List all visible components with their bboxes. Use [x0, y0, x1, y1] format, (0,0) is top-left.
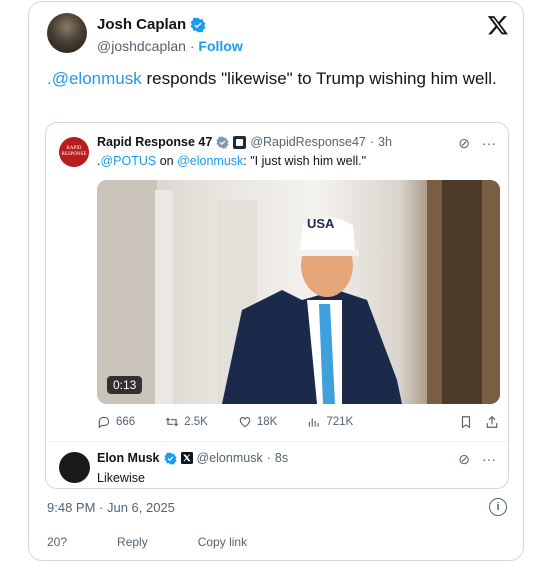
- more-options-icon[interactable]: ···: [482, 451, 496, 468]
- grok-icon[interactable]: ⊘: [458, 135, 470, 152]
- quoted-name[interactable]: Rapid Response 47: [97, 135, 212, 149]
- bottom-actions-partial: 20? Reply Copy link: [47, 535, 248, 549]
- quoted-header: Rapid Response 47 @RapidResponse47 · 3h: [97, 135, 392, 149]
- more-options-icon[interactable]: ···: [482, 135, 496, 152]
- verified-badge-icon: [163, 452, 177, 464]
- tweet-body: responds "likewise" to Trump wishing him…: [141, 69, 497, 88]
- mention-link[interactable]: .@elonmusk: [47, 69, 142, 88]
- video-duration: 0:13: [107, 376, 143, 394]
- quoted-action-bar: 666 2.5K 18K 721K: [97, 415, 499, 429]
- reply-icon: [98, 416, 110, 429]
- verified-badge-icon: [216, 136, 229, 148]
- hat-text: USA: [307, 216, 335, 231]
- share-action[interactable]: [485, 415, 499, 429]
- author-name-row[interactable]: Josh Caplan: [97, 16, 206, 33]
- author-name[interactable]: Josh Caplan: [97, 16, 186, 33]
- like-action[interactable]: 18K: [238, 415, 277, 429]
- video-frame: [97, 180, 500, 404]
- x-logo-icon[interactable]: [487, 14, 509, 36]
- tweet-text: .@elonmusk responds "likewise" to Trump …: [47, 68, 507, 90]
- tweet-card: Josh Caplan @joshdcaplan · Follow .@elon…: [28, 1, 524, 561]
- info-icon[interactable]: i: [489, 498, 507, 516]
- reply-icons: ⊘ ···: [458, 451, 496, 468]
- quoted-handle[interactable]: @RapidResponse47: [250, 135, 366, 149]
- quoted-text: .@POTUS on @elonmusk: "I just wish him w…: [97, 154, 367, 168]
- repost-action[interactable]: 2.5K: [165, 415, 208, 429]
- bookmark-action[interactable]: [459, 415, 473, 429]
- government-badge-icon: [233, 135, 247, 149]
- follow-button[interactable]: Follow: [198, 38, 242, 54]
- quoted-avatar[interactable]: RAPID RESPONSE: [59, 137, 89, 167]
- reply-action[interactable]: 666: [97, 415, 135, 429]
- author-handle-line: @joshdcaplan · Follow: [97, 38, 243, 54]
- tweet-timestamp[interactable]: 9:48 PM · Jun 6, 2025: [47, 500, 175, 515]
- reply-handle[interactable]: @elonmusk: [197, 451, 263, 465]
- author-avatar[interactable]: [47, 13, 87, 53]
- reply-tweet[interactable]: Elon Musk @elonmusk · 8s ⊘ ··· Likewise: [46, 441, 508, 490]
- share-icon: [486, 415, 498, 428]
- bookmark-icon: [461, 416, 471, 429]
- quoted-time[interactable]: 3h: [378, 135, 392, 149]
- author-handle[interactable]: @joshdcaplan: [97, 38, 186, 54]
- reply-avatar[interactable]: [59, 452, 90, 483]
- quoted-tweet[interactable]: RAPID RESPONSE Rapid Response 47 @RapidR…: [45, 122, 509, 489]
- reply-text: Likewise: [97, 471, 145, 485]
- x-affiliate-icon: [180, 452, 193, 464]
- repost-icon: [165, 417, 179, 427]
- quoted-icons: ⊘ ···: [458, 135, 496, 152]
- verified-badge-icon: [190, 17, 206, 32]
- mention-link[interactable]: @elonmusk: [177, 154, 243, 168]
- mention-link[interactable]: @POTUS: [100, 154, 156, 168]
- reply-time[interactable]: 8s: [275, 451, 288, 465]
- views-icon: [309, 418, 319, 427]
- reply-header: Elon Musk @elonmusk · 8s: [97, 451, 289, 465]
- views-action[interactable]: 721K: [307, 415, 353, 429]
- video-player[interactable]: USA 0:13: [97, 180, 500, 404]
- grok-icon[interactable]: ⊘: [458, 451, 470, 468]
- heart-icon: [239, 417, 251, 428]
- reply-name[interactable]: Elon Musk: [97, 451, 160, 465]
